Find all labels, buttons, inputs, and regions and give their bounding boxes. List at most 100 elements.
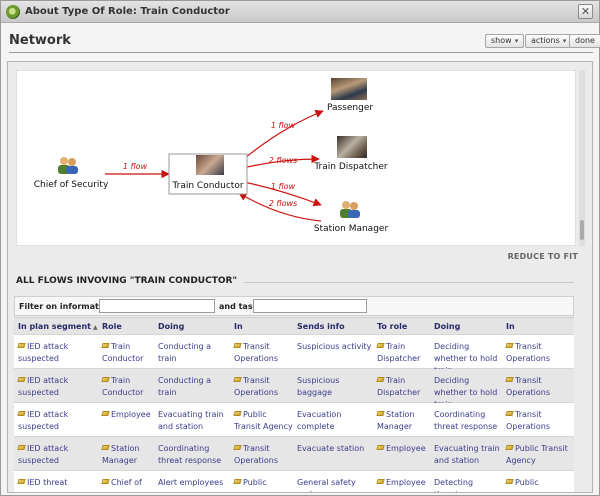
- title-bar[interactable]: About Type Of Role: Train Conductor ✕: [1, 1, 599, 23]
- node-train-dispatcher[interactable]: Train Dispatcher: [314, 162, 387, 172]
- node-train-conductor[interactable]: Train Conductor: [172, 181, 243, 191]
- edge-label-conductor-to-dispatcher[interactable]: 2 flows: [269, 156, 297, 165]
- edge-label-conductor-to-passenger[interactable]: 1 flow: [271, 121, 295, 130]
- tag-icon: [101, 411, 110, 416]
- network-panel: Chief of Security Train Conductor Passen…: [7, 61, 593, 493]
- table-row[interactable]: IED attack suspected Station Manager Coord…: [14, 437, 574, 471]
- tag-icon: [376, 343, 385, 348]
- column-header-in[interactable]: In: [234, 322, 243, 331]
- cell-doing-text: Conducting a train: [158, 342, 212, 363]
- cell-to-role[interactable]: Employee: [376, 477, 431, 489]
- tag-icon: [505, 411, 514, 416]
- cell-plan-segment[interactable]: IED attack suspected: [17, 409, 98, 433]
- tag-icon: [17, 445, 26, 450]
- cell-target-doing-text: Evacuating train and station: [434, 444, 500, 465]
- actions-menu-button[interactable]: actions ▾: [525, 34, 573, 48]
- cell-plan-segment[interactable]: IED attack suspected: [17, 375, 98, 399]
- cell-target-in-text: Public: [515, 478, 539, 487]
- table-row[interactable]: IED attack suspected Train Conductor Condu…: [14, 369, 574, 409]
- info-filter-input[interactable]: [99, 299, 215, 313]
- flows-table: In plan segment ▲ Role Doing In Sends inf…: [14, 317, 574, 492]
- cell-in[interactable]: Transit Operations: [233, 443, 294, 467]
- station-manager-icon[interactable]: [338, 199, 362, 222]
- node-chief-of-security[interactable]: Chief of Security: [34, 180, 109, 190]
- cell-to-role[interactable]: Station Manager: [376, 409, 431, 433]
- cell-in[interactable]: Transit Operations: [233, 375, 294, 399]
- diagram-scrollbar-thumb[interactable]: [580, 220, 584, 240]
- cell-doing: Alert employees: [158, 477, 230, 489]
- cell-target-doing: Coordinating threat response: [434, 409, 504, 433]
- close-button[interactable]: ✕: [578, 4, 593, 19]
- cell-role[interactable]: Train Conductor: [101, 341, 154, 365]
- done-button[interactable]: done: [569, 34, 600, 48]
- show-menu-label: show: [491, 36, 512, 45]
- train-dispatcher-photo-icon[interactable]: [337, 136, 367, 158]
- diagram-scrollbar[interactable]: [579, 70, 585, 246]
- cell-role[interactable]: Train Conductor: [101, 375, 154, 399]
- node-passenger[interactable]: Passenger: [327, 103, 373, 113]
- cell-sends-info: Evacuate station: [297, 443, 373, 455]
- cell-role[interactable]: Chief of: [101, 477, 154, 489]
- cell-plan-segment[interactable]: IED attack suspected: [17, 443, 98, 467]
- edge-label-chief-to-conductor[interactable]: 1 flow: [123, 162, 147, 171]
- tag-icon: [233, 343, 242, 348]
- reduce-to-fit-link[interactable]: REDUCE TO FIT: [508, 252, 578, 261]
- cell-in-text: Public: [243, 478, 267, 487]
- cell-target-in[interactable]: Public Transit Agency: [505, 443, 570, 467]
- cell-sends-info-text: Suspicious activity: [297, 342, 372, 351]
- about-window: About Type Of Role: Train Conductor ✕ Ne…: [0, 0, 600, 496]
- show-menu-button[interactable]: show ▾: [485, 34, 525, 48]
- cell-doing-text: Coordinating threat response: [158, 444, 222, 465]
- cell-target-doing-text: Detecting threats: [434, 478, 474, 492]
- cell-target-in[interactable]: Transit Operations: [505, 341, 570, 365]
- column-header-plan-segment[interactable]: In plan segment ▲: [18, 322, 98, 331]
- chevron-down-icon: ▾: [514, 37, 519, 45]
- sort-ascending-icon[interactable]: ▲: [93, 324, 98, 331]
- cell-to-role[interactable]: Train Dispatcher: [376, 375, 431, 399]
- network-diagram[interactable]: Chief of Security Train Conductor Passen…: [16, 70, 576, 246]
- cell-sends-info-text: Suspicious baggage: [297, 376, 340, 397]
- task-filter-input[interactable]: [253, 299, 367, 313]
- edge-label-conductor-to-station[interactable]: 1 flow: [271, 182, 295, 191]
- cell-to-role[interactable]: Train Dispatcher: [376, 341, 431, 365]
- cell-in[interactable]: Public: [233, 477, 294, 489]
- column-header-target-doing[interactable]: Doing: [434, 322, 460, 331]
- cell-target-in[interactable]: Public: [505, 477, 570, 489]
- cell-in[interactable]: Transit Operations: [233, 341, 294, 365]
- tag-icon: [17, 377, 26, 382]
- cell-role[interactable]: Station Manager: [101, 443, 154, 467]
- column-header-doing[interactable]: Doing: [158, 322, 184, 331]
- tag-icon: [17, 343, 26, 348]
- column-header-sends-info[interactable]: Sends info: [297, 322, 345, 331]
- node-station-manager[interactable]: Station Manager: [314, 224, 388, 234]
- cell-plan-segment[interactable]: IED attack suspected: [17, 341, 98, 365]
- column-header-role[interactable]: Role: [102, 322, 122, 331]
- cell-sends-info-text: Evacuate station: [297, 444, 365, 453]
- column-header-to-role[interactable]: To role: [377, 322, 407, 331]
- tag-icon: [233, 479, 242, 484]
- train-conductor-photo-icon[interactable]: [196, 155, 224, 175]
- flows-filter-bar: Filter on information: and task:: [14, 296, 574, 316]
- passenger-photo-icon[interactable]: [331, 78, 367, 100]
- cell-role[interactable]: Employee: [101, 409, 154, 421]
- cell-target-in[interactable]: Transit Operations: [505, 409, 570, 433]
- table-row[interactable]: IED threat Chief of Alert employees Public G…: [14, 471, 574, 492]
- tag-icon: [101, 479, 110, 484]
- cell-plan-segment-text: IED threat: [27, 478, 68, 487]
- column-header-target-in[interactable]: In: [506, 322, 515, 331]
- tag-icon: [376, 445, 385, 450]
- tag-icon: [17, 411, 26, 416]
- edge-label-station-to-conductor[interactable]: 2 flows: [269, 199, 297, 208]
- cell-target-in[interactable]: Transit Operations: [505, 375, 570, 399]
- chief-of-security-icon[interactable]: [56, 155, 80, 178]
- cell-in[interactable]: Public Transit Agency: [233, 409, 294, 433]
- cell-target-in-text: Public Transit Agency: [506, 444, 568, 465]
- cell-to-role[interactable]: Employee: [376, 443, 431, 455]
- table-row[interactable]: IED attack suspected Train Conductor Condu…: [14, 335, 574, 375]
- cell-doing-text: Alert employees: [158, 478, 224, 487]
- tag-icon: [505, 479, 514, 484]
- cell-role-text: Employee: [111, 410, 151, 419]
- cell-plan-segment[interactable]: IED threat: [17, 477, 98, 489]
- chevron-down-icon: ▾: [562, 37, 567, 45]
- table-row[interactable]: IED attack suspected Employee Evacuating t…: [14, 403, 574, 437]
